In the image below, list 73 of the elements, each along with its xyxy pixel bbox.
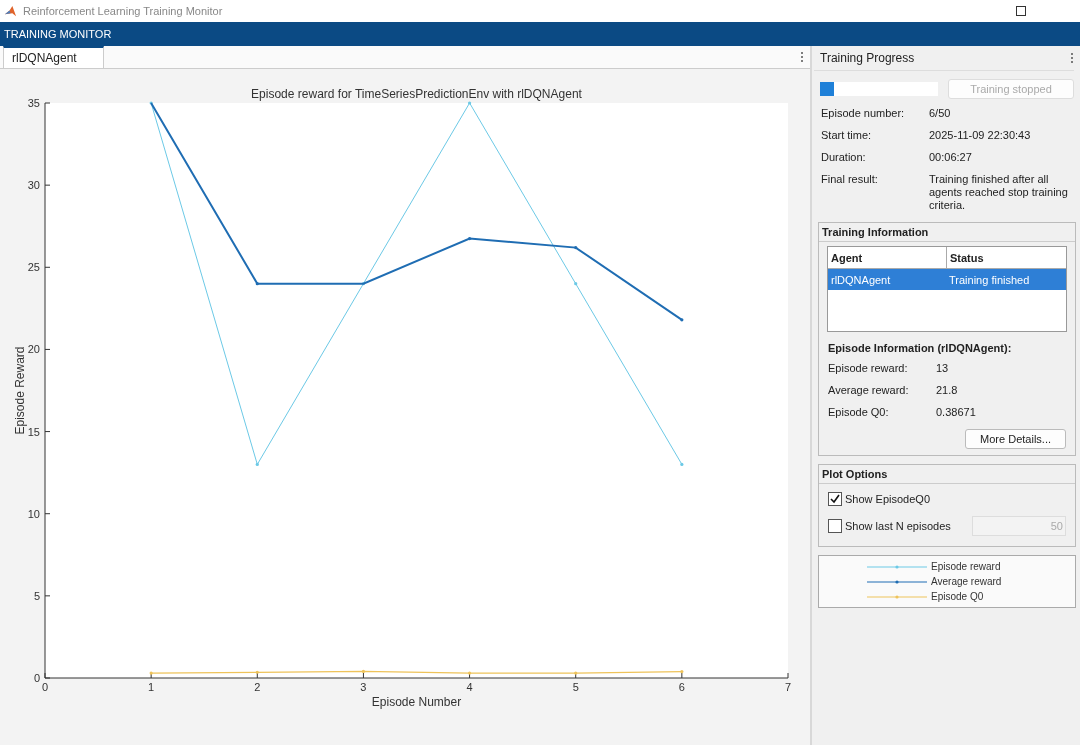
y-tick-label: 0 (33, 672, 40, 684)
app-icon (4, 4, 17, 18)
x-tick-label: 3 (360, 681, 367, 693)
field-value: 6/50 (929, 107, 952, 120)
y-tick-label: 15 (27, 425, 40, 438)
field-label: Average reward: (828, 384, 910, 397)
column-header: Agent (830, 251, 864, 264)
x-tick-label: 6 (678, 681, 685, 693)
data-point (467, 101, 472, 105)
legend-label: Average reward (931, 576, 1002, 587)
y-tick-label: 20 (27, 343, 40, 356)
section-title: Episode Information (rlDQNAgent): (828, 342, 1013, 354)
header-title: TRAINING MONITOR (4, 28, 112, 40)
data-point (680, 670, 684, 674)
checkbox-label: Show EpisodeQ0 (845, 493, 930, 505)
data-point (255, 282, 259, 286)
field-label: Duration: (821, 151, 867, 164)
table-cell-text: Training finished (948, 273, 1031, 286)
data-point (680, 318, 684, 322)
field-value: 0.38671 (936, 406, 977, 419)
more-details-button[interactable]: More Details... (965, 429, 1066, 449)
checkbox-label: Show last N episodes (845, 520, 951, 532)
document-tab[interactable]: rlDQNAgent (3, 46, 104, 68)
checkbox[interactable] (828, 519, 842, 533)
data-point (255, 670, 259, 674)
y-tick-label: 30 (27, 179, 40, 192)
x-tick-label: 0 (41, 681, 49, 693)
field-value: 21.8 (936, 384, 959, 397)
field-label: Episode Q0: (828, 406, 890, 419)
column-header: Status (946, 247, 1066, 268)
maximize-icon[interactable] (1016, 6, 1026, 16)
field-label: Start time: (821, 129, 873, 142)
field-value: 13 (936, 362, 950, 375)
window-title: Reinforcement Learning Training Monitor (23, 5, 223, 17)
checkbox[interactable] (828, 492, 842, 506)
x-tick-label: 1 (148, 681, 155, 693)
x-tick-label: 4 (466, 681, 473, 693)
data-point (255, 462, 259, 467)
field-value: 00:06:27 (929, 151, 973, 164)
data-point (149, 101, 153, 105)
data-point (680, 462, 684, 467)
table-cell-text: rlDQNAgent (830, 273, 892, 286)
data-point (574, 245, 578, 250)
legend-label: Episode Q0 (931, 591, 984, 602)
data-point (467, 671, 472, 675)
table-row[interactable]: rlDQNAgent Training finished (828, 269, 1066, 290)
y-tick-label: 5 (33, 589, 40, 602)
field-label: Episode number: (821, 107, 906, 120)
x-axis-label: Episode Number (371, 695, 462, 709)
x-tick-label: 2 (254, 681, 261, 693)
data-point (361, 282, 366, 286)
more-icon[interactable] (1070, 52, 1074, 64)
chart-title: Episode reward for TimeSeriesPredictionEnv with rlDQNAgent (251, 87, 582, 101)
data-point (149, 671, 153, 675)
x-tick-label: 7 (784, 681, 792, 693)
y-tick-label: 35 (27, 97, 40, 109)
field-value: 2025-11-09 22:30:43 (929, 129, 1032, 142)
data-point (467, 236, 472, 241)
panel-title: Training Progress (820, 51, 915, 65)
data-point (574, 282, 578, 286)
x-tick-label: 5 (572, 681, 579, 693)
data-point (574, 671, 578, 675)
group-title: Training Information (819, 223, 1075, 242)
group-title: Plot Options (819, 465, 1075, 484)
y-tick-label: 25 (27, 261, 40, 274)
field-label: Episode reward: (828, 362, 909, 375)
legend-label: Episode reward (931, 561, 1001, 572)
data-point (361, 669, 366, 674)
field-label: Final result: (821, 173, 879, 187)
more-icon[interactable] (800, 51, 804, 63)
field-value: Training finished after all agents reached stop training criteria. (929, 173, 1069, 212)
y-axis-label: Episode Reward (13, 346, 27, 435)
y-tick-label: 10 (27, 507, 40, 520)
